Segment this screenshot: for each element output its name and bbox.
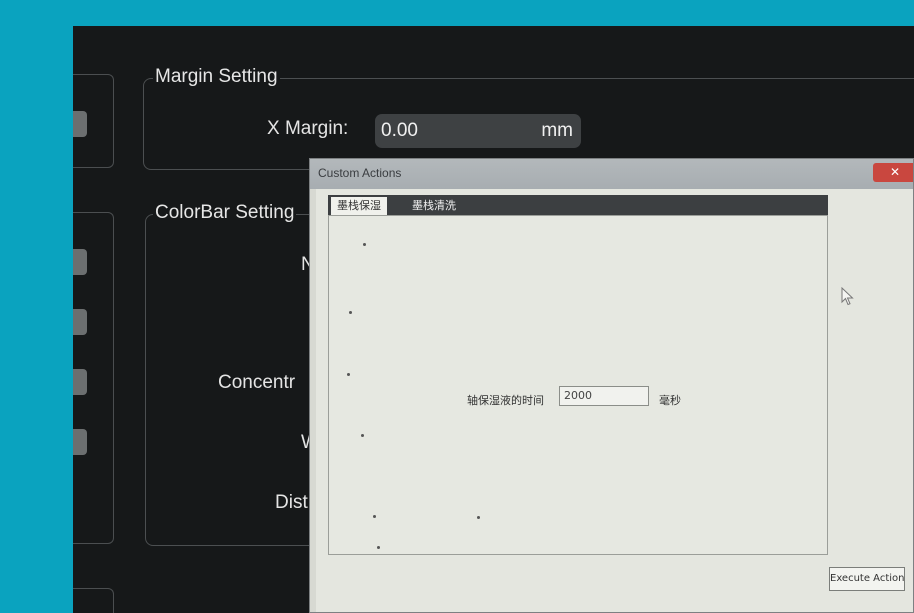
dot-marker xyxy=(477,516,480,519)
checkbox[interactable] xyxy=(73,249,87,275)
dot-marker xyxy=(377,546,380,549)
x-margin-unit: mm xyxy=(541,120,573,141)
colorbar-setting-title: ColorBar Setting xyxy=(153,202,297,224)
x-margin-input[interactable]: 0.00 mm xyxy=(375,114,581,148)
tab-ink-stack-clean[interactable]: 墨栈清洗 xyxy=(406,197,462,215)
tab-panel: 轴保湿液的时间 2000 毫秒 xyxy=(328,215,828,555)
close-icon: ✕ xyxy=(889,165,901,179)
dialog-title: Custom Actions xyxy=(318,166,402,180)
x-margin-value: 0.00 xyxy=(381,120,418,141)
dot-marker xyxy=(349,311,352,314)
left-panel-top xyxy=(73,74,114,168)
moisturize-time-unit: 毫秒 xyxy=(659,394,681,407)
execute-action-button[interactable]: Execute Action xyxy=(829,567,905,591)
checkbox[interactable] xyxy=(73,111,87,137)
mouse-cursor-icon xyxy=(841,287,854,306)
dot-marker xyxy=(361,434,364,437)
dot-marker xyxy=(363,243,366,246)
x-margin-label: X Margin: xyxy=(267,118,349,139)
dot-marker xyxy=(373,515,376,518)
checkbox[interactable] xyxy=(73,369,87,395)
left-panel-middle xyxy=(73,212,114,544)
moisturize-time-label: 轴保湿液的时间 xyxy=(467,394,544,407)
checkbox[interactable] xyxy=(73,309,87,335)
left-panel-bottom xyxy=(73,588,114,613)
checkbox[interactable] xyxy=(73,429,87,455)
dialog-titlebar[interactable]: Custom Actions ✕ xyxy=(310,159,913,189)
colorbar-label-concentration: Concentr xyxy=(218,372,296,393)
dot-marker xyxy=(347,373,350,376)
margin-setting-title: Margin Setting xyxy=(153,66,280,88)
tab-ink-stack-moisturize[interactable]: 墨栈保湿 xyxy=(331,197,387,215)
dialog-body: 墨栈保湿 墨栈清洗 轴保湿液的时间 2000 毫秒 Execute Action xyxy=(316,189,913,612)
custom-actions-dialog: Custom Actions ✕ 墨栈保湿 墨栈清洗 轴保湿液的时间 2000 … xyxy=(309,158,914,613)
moisturize-time-input[interactable]: 2000 xyxy=(559,386,649,406)
tab-strip: 墨栈保湿 墨栈清洗 xyxy=(328,195,828,215)
colorbar-label-dist: Dist xyxy=(275,492,308,513)
close-button[interactable]: ✕ xyxy=(873,163,913,182)
